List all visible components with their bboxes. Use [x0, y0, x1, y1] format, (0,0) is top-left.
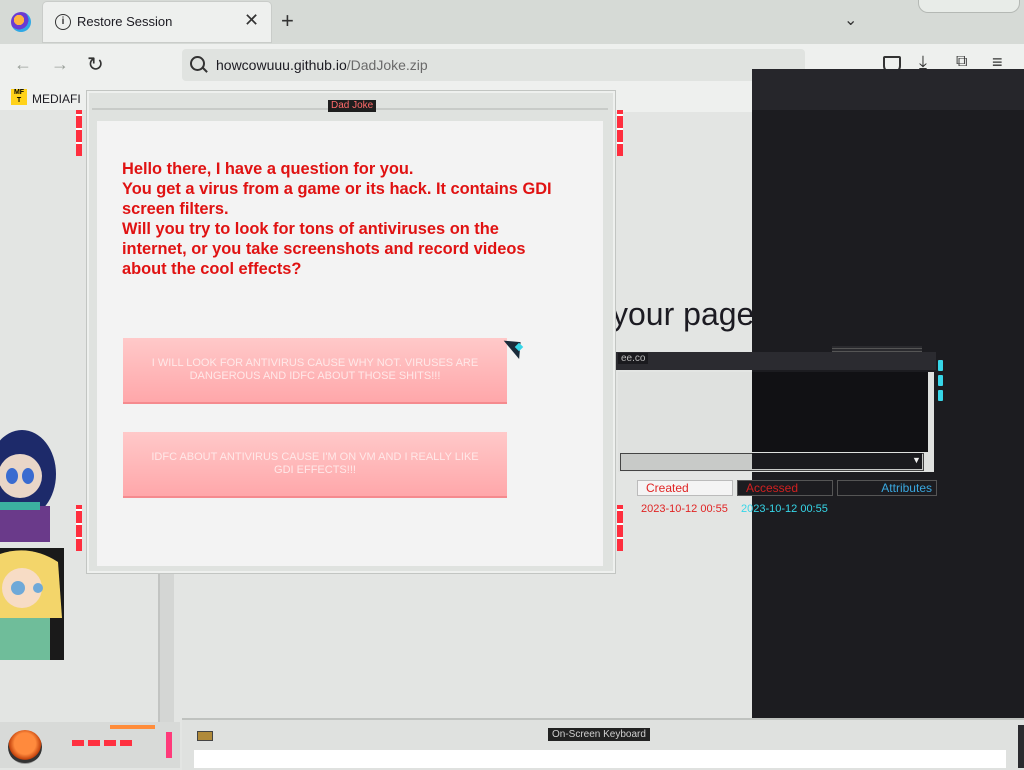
message-line: You get a virus from a game or its hack.…	[122, 180, 552, 218]
character-sticker-image	[0, 430, 56, 542]
red-notch-decoration	[76, 505, 82, 551]
tab-list-chevron-icon[interactable]: ⌄	[844, 10, 857, 30]
mediafire-icon[interactable]: MF T	[11, 89, 27, 105]
led-icon	[938, 390, 943, 401]
antivirus-choice-button[interactable]: I WILL LOOK FOR ANTIVIRUS CAUSE WHY NOT.…	[123, 338, 507, 404]
message-line: Will you try to look for tons of antivir…	[122, 220, 526, 278]
cell-accessed: 2023-10-12 00:55	[741, 503, 828, 515]
new-tab-button[interactable]: +	[281, 8, 294, 34]
column-header-attributes[interactable]: Attributes	[837, 480, 937, 496]
window-frame-decoration	[918, 0, 1020, 13]
scroll-grip[interactable]	[1018, 725, 1024, 768]
cell-created: 2023-10-12 00:55	[641, 503, 728, 515]
pink-accent-bar	[166, 732, 172, 758]
accent-strip	[110, 725, 155, 729]
keyboard-window-title: On-Screen Keyboard	[548, 728, 650, 741]
gdi-effects-choice-button[interactable]: IDFC ABOUT ANTIVIRUS CAUSE I'M ON VM AND…	[123, 432, 507, 498]
dialog-message: Hello there, I have a question for you. …	[122, 159, 562, 279]
column-header-accessed[interactable]: Accessed	[737, 480, 833, 496]
column-header-created[interactable]: Created	[637, 480, 733, 496]
bookmark-mediafire[interactable]: MEDIAFI	[32, 92, 81, 106]
red-notch-decoration	[76, 110, 82, 156]
keyboard-tag-icon	[197, 731, 213, 741]
led-icon	[938, 375, 943, 386]
red-notch-decoration	[617, 505, 623, 551]
keyboard-window-content	[194, 750, 1006, 768]
explorer-title: ee.co	[618, 353, 649, 364]
window-led-indicators	[938, 360, 948, 420]
explorer-dropdown-dark-half	[752, 453, 922, 469]
dark-overlay-titlebar	[752, 69, 1024, 110]
red-notch-decoration	[617, 110, 623, 156]
dropdown-arrow-icon[interactable]: ▼	[912, 455, 921, 465]
explorer-dark-pane	[752, 372, 928, 452]
forward-button[interactable]: →	[51, 54, 69, 75]
url-host: howcowuuu.github.io	[216, 57, 347, 73]
firefox-logo-icon[interactable]	[11, 12, 31, 32]
search-icon	[190, 56, 205, 71]
character-portrait-image	[0, 548, 64, 660]
url-path: /DadJoke.zip	[346, 57, 428, 73]
tab-title: Restore Session	[77, 14, 173, 29]
reload-button[interactable]: ↻	[87, 52, 104, 77]
message-line: Hello there, I have a question for you.	[122, 160, 414, 178]
explorer-titlebar[interactable]	[612, 352, 936, 370]
url-text[interactable]: howcowuuu.github.io/DadJoke.zip	[216, 57, 428, 73]
dialog-title: Dad Joke	[328, 100, 377, 112]
info-icon: i	[55, 14, 71, 30]
orange-orb-button[interactable]	[8, 730, 42, 764]
back-button[interactable]: ←	[14, 54, 32, 75]
led-icon	[938, 360, 943, 371]
tab-close-icon[interactable]: ✕	[244, 10, 259, 31]
red-dash-decoration	[72, 740, 132, 746]
